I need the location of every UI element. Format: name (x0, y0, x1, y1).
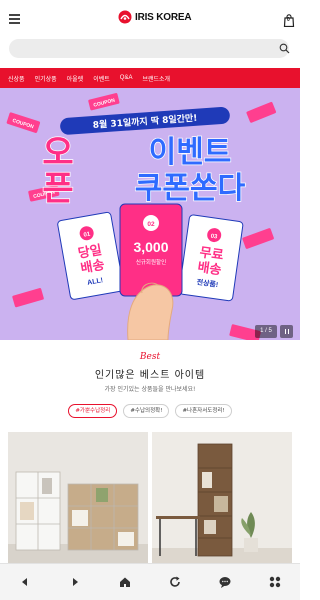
pause-button[interactable] (280, 325, 293, 338)
title-right-top: 이벤트 (149, 135, 232, 170)
app-page: IRIS KOREA 0 신상품 인기상품 아울렛 이벤트 Q&A 브랜드소개 (0, 0, 300, 600)
chat-icon[interactable] (218, 575, 232, 589)
ticket2-amount: 3,000 (133, 239, 168, 255)
banner-artwork: COUPON COUPON COUPON 8월 31일까지 딱 8일간만! 오 … (6, 93, 277, 340)
ticket2-number: 02 (147, 221, 155, 228)
ticket3-line2: 배송 (197, 259, 223, 278)
brand-name: IRIS KOREA (135, 11, 192, 23)
coupon-sticker (246, 101, 277, 123)
search-bar (9, 39, 290, 58)
best-script-heading: Best (139, 352, 161, 362)
back-arrow-icon[interactable] (18, 575, 32, 589)
ticket2-sub: 신규회원할인 (136, 258, 166, 266)
product-card[interactable] (152, 432, 292, 570)
banner-title: 오 픈 이벤트 쿠폰쏜다 (42, 132, 247, 210)
title-left-top: 오 (42, 133, 73, 173)
coupon-sticker: COUPON (6, 112, 41, 133)
hamburger-menu-icon[interactable] (9, 14, 20, 24)
date-pill: 8월 31일까지 딱 8일간만! (60, 107, 230, 135)
refresh-icon[interactable] (168, 575, 182, 589)
shelf-product-image (8, 432, 148, 570)
hashtag-filters: #가뿐수납정리 #수납의정확! #나혼자서도정리! (0, 404, 300, 418)
bookcase-product-image (152, 432, 292, 570)
browser-bottom-bar (0, 563, 300, 600)
slide-counter: 1 / 5 (255, 325, 277, 338)
title-left-bottom: 픈 (42, 169, 73, 209)
best-section-subtitle: 가장 인기있는 상품들을 만나보세요! (104, 386, 196, 393)
title-right-bottom: 쿠폰쏜다 (135, 171, 246, 206)
nav-item-popular[interactable]: 인기상품 (35, 74, 57, 83)
pause-icon-bar (287, 329, 289, 334)
coupon-sticker (242, 228, 274, 249)
ticket-2: 02 3,000 신규회원할인 (119, 203, 183, 297)
coupon-sticker: COUPON (88, 93, 120, 111)
nav-item-brand[interactable]: 브랜드소개 (142, 74, 170, 83)
ticket-1: 01 당일 배송 ALL! (57, 211, 125, 300)
header: IRIS KOREA 0 (0, 0, 300, 36)
nav-item-outlet[interactable]: 아울렛 (67, 74, 84, 83)
search-input[interactable] (17, 41, 267, 56)
nav-item-qna[interactable]: Q&A (120, 75, 133, 81)
hashtag-chip-active[interactable]: #가뿐수납정리 (68, 404, 118, 418)
product-card[interactable] (8, 432, 148, 570)
brand-logo[interactable]: IRIS KOREA (118, 10, 192, 24)
best-section-title: 인기많은 베스트 아이템 (94, 370, 206, 381)
home-icon[interactable] (118, 575, 132, 589)
apps-icon[interactable] (268, 575, 282, 589)
nav-item-event[interactable]: 이벤트 (93, 74, 110, 83)
cart-button[interactable]: 0 (283, 12, 295, 28)
ticket-3: 03 무료 배송 전상품! (178, 214, 244, 302)
coupon-sticker (12, 288, 44, 308)
nav-item-new[interactable]: 신상품 (8, 74, 25, 83)
hashtag-chip[interactable]: #나혼자서도정리! (175, 404, 232, 418)
search-icon[interactable] (279, 43, 290, 54)
hashtag-chip[interactable]: #수납의정확! (123, 404, 170, 418)
forward-arrow-icon[interactable] (68, 575, 82, 589)
pause-icon (284, 329, 286, 334)
category-nav: 신상품 인기상품 아울렛 이벤트 Q&A 브랜드소개 (0, 68, 300, 88)
cart-count-badge: 0 (287, 17, 290, 23)
iris-logo-mark-icon (118, 10, 132, 24)
event-banner[interactable]: COUPON COUPON COUPON 8월 31일까지 딱 8일간만! 오 … (0, 88, 300, 340)
